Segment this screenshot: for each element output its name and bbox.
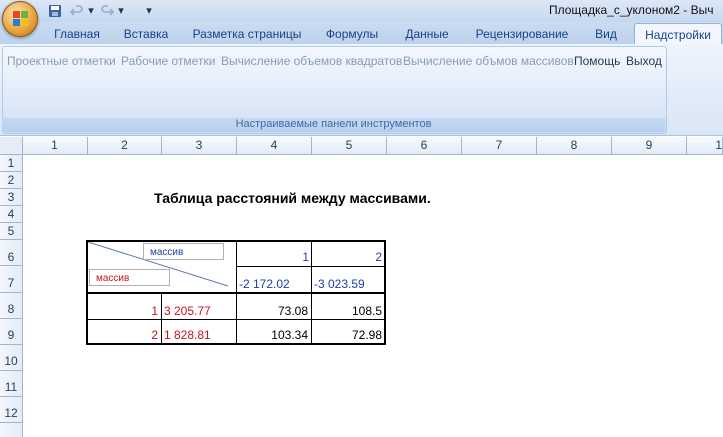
row-header[interactable]: 1 — [0, 155, 22, 172]
mass-volumes-button[interactable]: Вычисление объмов массивов — [403, 54, 574, 68]
redo-dropdown-icon[interactable]: ▾ — [116, 3, 126, 18]
distance-cell[interactable]: 72.98 — [312, 328, 382, 342]
row-value[interactable]: 3 205.77 — [164, 304, 211, 318]
tab-insert[interactable]: Вставка — [116, 24, 176, 44]
group-label: Настраиваемые панели инструментов — [2, 118, 665, 132]
chevron-down-icon[interactable]: ▾ — [143, 3, 155, 18]
column-header[interactable]: 8 — [537, 137, 612, 154]
row-header[interactable]: 8 — [0, 293, 22, 319]
select-all-corner[interactable] — [0, 137, 23, 154]
tab-page-layout[interactable]: Разметка страницы — [188, 24, 306, 44]
office-logo-icon — [13, 11, 29, 27]
row-value[interactable]: 1 828.81 — [164, 328, 211, 342]
col-id[interactable]: 1 — [237, 250, 309, 264]
redo-icon[interactable] — [99, 3, 115, 18]
sheet-title: Таблица расстояний между массивами. — [154, 190, 431, 206]
table-border — [384, 240, 386, 345]
col-id[interactable]: 2 — [312, 250, 382, 264]
tab-formulas[interactable]: Формулы — [318, 24, 386, 44]
column-header[interactable]: 1 — [687, 137, 723, 154]
row-header[interactable]: 12 — [0, 397, 22, 423]
row-header[interactable]: 11 — [0, 371, 22, 397]
distance-cell[interactable]: 73.08 — [237, 304, 308, 318]
col-value[interactable]: -3 023.59 — [314, 277, 365, 291]
working-elevations-button[interactable]: Рабочие отметки — [121, 54, 215, 68]
table-border — [161, 292, 162, 345]
save-icon[interactable] — [47, 3, 63, 18]
row-header[interactable]: 2 — [0, 172, 22, 189]
undo-dropdown-icon[interactable]: ▾ — [86, 3, 96, 18]
row-header[interactable]: 5 — [0, 223, 22, 240]
square-volumes-button[interactable]: Вычисление объемов квадратов — [221, 54, 402, 68]
row-header[interactable]: 7 — [0, 266, 22, 293]
column-header[interactable]: 3 — [162, 137, 237, 154]
distance-cell[interactable]: 103.34 — [237, 328, 308, 342]
help-button[interactable]: Помощь — [574, 54, 620, 68]
exit-button[interactable]: Выход — [626, 54, 662, 68]
distance-cell[interactable]: 108.5 — [312, 304, 382, 318]
undo-icon[interactable] — [69, 3, 85, 18]
tab-review[interactable]: Рецензирование — [466, 24, 578, 44]
tab-data[interactable]: Данные — [398, 24, 456, 44]
office-button[interactable] — [2, 1, 38, 37]
column-header[interactable]: 4 — [237, 137, 312, 154]
window-title: Площадка_с_уклоном2 - Выч — [549, 3, 714, 17]
row-id[interactable]: 2 — [88, 328, 158, 342]
tab-home[interactable]: Главная — [48, 24, 106, 44]
row-header[interactable]: 6 — [0, 240, 22, 266]
column-axis-label: массив — [143, 243, 224, 260]
row-id[interactable]: 1 — [88, 304, 158, 318]
row-header[interactable]: 4 — [0, 206, 22, 223]
column-header[interactable]: 1 — [22, 137, 88, 154]
column-header[interactable]: 6 — [387, 137, 462, 154]
row-axis-label: массив — [89, 269, 170, 286]
column-header[interactable]: 5 — [312, 137, 387, 154]
column-header[interactable]: 9 — [612, 137, 687, 154]
column-header[interactable]: 2 — [88, 137, 162, 154]
design-elevations-button[interactable]: Проектные отметки — [7, 54, 116, 68]
row-header[interactable]: 10 — [0, 345, 22, 371]
row-header[interactable]: 9 — [0, 319, 22, 345]
tab-addins[interactable]: Надстройки — [634, 23, 722, 46]
row-header[interactable]: 3 — [0, 189, 22, 206]
col-value[interactable]: -2 172.02 — [239, 277, 290, 291]
column-header[interactable]: 7 — [462, 137, 537, 154]
tab-view[interactable]: Вид — [588, 24, 624, 44]
